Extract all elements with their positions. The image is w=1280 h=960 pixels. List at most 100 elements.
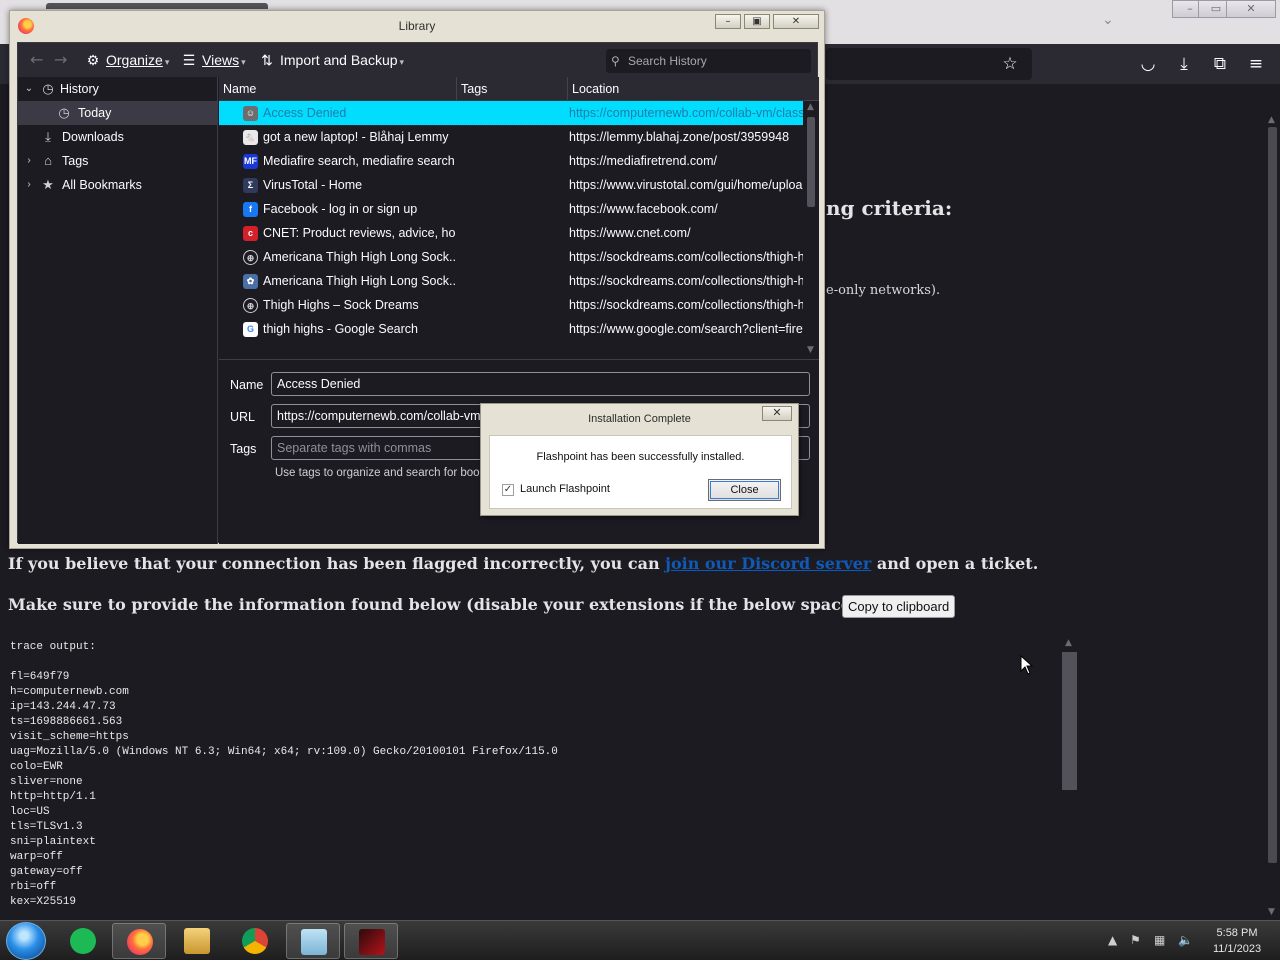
show-hidden-icons-icon[interactable]: ▲ — [1108, 933, 1117, 947]
sidebar-item-all-bookmarks[interactable]: › ★ All Bookmarks — [18, 173, 218, 197]
start-button[interactable] — [6, 922, 46, 960]
forward-arrow-icon[interactable]: → — [54, 43, 67, 77]
facebook-icon: f — [243, 202, 258, 217]
name-field[interactable]: Access Denied — [271, 372, 810, 396]
views-button[interactable]: ☰ Views ▾ — [180, 43, 246, 77]
import-backup-button[interactable]: ⇅ Import and Backup ▾ — [258, 43, 404, 77]
spotify-icon — [70, 928, 96, 954]
library-close-button[interactable]: ✕ — [773, 14, 819, 29]
volume-icon[interactable]: 🔈 — [1178, 933, 1193, 947]
downloads-icon[interactable]: ⤓ — [1174, 54, 1194, 74]
taskbar-file-explorer[interactable] — [170, 923, 224, 959]
table-row[interactable]: ☺ Access Denied https://computernewb.com/c… — [219, 100, 804, 126]
dialog-message: Flashpoint has been successfully install… — [536, 451, 745, 463]
system-clock[interactable]: 5:58 PM 11/1/2023 — [1200, 925, 1274, 957]
library-minimize-button[interactable]: – — [715, 14, 741, 29]
firefox-icon — [127, 929, 153, 955]
search-history-input[interactable]: ⚲ Search History — [606, 49, 811, 73]
flagged-text-before: If you believe that your connection has … — [8, 554, 660, 573]
row-location: https://www.facebook.com/ — [569, 202, 718, 216]
sidebar-item-tags[interactable]: › ⌂ Tags — [18, 149, 218, 173]
row-name: VirusTotal - Home — [263, 178, 363, 192]
back-arrow-icon[interactable]: ← — [30, 43, 43, 77]
taskbar-flashpoint[interactable] — [344, 923, 398, 959]
launch-flashpoint-checkbox[interactable]: ✓ — [502, 484, 514, 496]
organize-button[interactable]: ⚙ Organize ▾ — [84, 43, 170, 77]
clock-icon: ◷ — [42, 81, 54, 96]
mediafire-icon: MF — [243, 154, 258, 169]
close-button[interactable]: Close — [708, 479, 781, 501]
column-header-tags[interactable]: Tags — [457, 77, 568, 101]
table-row[interactable]: Σ VirusTotal - Home https://www.virustotal… — [219, 173, 803, 197]
taskbar-firefox[interactable] — [112, 923, 166, 959]
chevron-down-icon: ▾ — [241, 57, 246, 67]
trace-output: trace output: fl=649f79 h=computernewb.c… — [10, 641, 558, 908]
chevron-right-icon[interactable]: › — [23, 173, 35, 197]
table-row[interactable]: 🐁 got a new laptop! - Blåhaj Lemmy https:/… — [219, 125, 803, 149]
browser-tab[interactable] — [46, 3, 268, 9]
table-row[interactable]: MF Mediafire search, mediafire search... h… — [219, 149, 803, 173]
list-scrollbar[interactable]: ▲ ▼ — [803, 101, 819, 359]
table-row[interactable]: Gthigh highs - Google Search https://www.… — [219, 317, 803, 341]
row-location: https://computernewb.com/collab-vm/class… — [569, 106, 803, 120]
flagged-incorrectly-text: If you believe that your connection has … — [8, 554, 1038, 573]
discord-link[interactable]: join our Discord server — [665, 554, 871, 573]
taskbar-notepad[interactable] — [286, 923, 340, 959]
download-icon: ⤓ — [45, 129, 51, 144]
sidebar-item-today[interactable]: ◷ Today — [18, 101, 218, 125]
column-header-location[interactable]: Location — [568, 77, 803, 101]
row-name: Mediafire search, mediafire search... — [263, 154, 455, 168]
library-maximize-button[interactable]: ▣ — [744, 14, 770, 29]
list-icon: ☰ — [182, 52, 196, 68]
clock-icon: ◷ — [58, 105, 70, 120]
list-scrollbar-thumb[interactable] — [807, 117, 815, 207]
chevron-down-icon[interactable]: ⌄ — [23, 77, 35, 101]
action-center-flag-icon[interactable]: ⚑ — [1130, 933, 1141, 947]
flashpoint-icon — [359, 929, 385, 955]
search-icon: ⚲ — [611, 54, 620, 68]
table-row[interactable]: c CNET: Product reviews, advice, ho... htt… — [219, 221, 803, 245]
row-location: https://www.cnet.com/ — [569, 226, 691, 240]
folder-icon — [184, 928, 210, 954]
history-list: Name Tags Location ☺ Access Denied https:/… — [219, 77, 819, 359]
browser-close-button[interactable]: ✕ — [1226, 0, 1276, 18]
user-icon: ☺ — [243, 106, 258, 121]
row-name: thigh highs - Google Search — [263, 322, 418, 336]
clock-date: 11/1/2023 — [1212, 943, 1262, 955]
pocket-icon[interactable]: ◡ — [1138, 54, 1158, 74]
mouse-cursor-icon — [1020, 655, 1034, 675]
dialog-close-icon[interactable]: ✕ — [762, 406, 792, 421]
library-toolbar: ← → ⚙ Organize ▾ ☰ Views ▾ ⇅ Import and Backu… — [18, 43, 817, 77]
taskbar-chrome[interactable] — [228, 923, 282, 959]
list-all-tabs-icon[interactable]: ⌄ — [1102, 12, 1114, 28]
page-scrollbar[interactable]: ▲ ▼ — [1265, 115, 1280, 920]
globe-icon: ⊕ — [243, 298, 258, 313]
trace-scrollbar-thumb[interactable] — [1062, 652, 1077, 790]
row-name: Access Denied — [263, 106, 347, 120]
sidebar-item-downloads[interactable]: ⤓ Downloads — [18, 125, 218, 149]
menu-icon[interactable]: ≡ — [1246, 54, 1266, 74]
table-row[interactable]: ✿ Americana Thigh High Long Sock... https:… — [219, 269, 803, 293]
launch-flashpoint-label[interactable]: Launch Flashpoint — [520, 483, 610, 495]
taskbar-spotify[interactable] — [56, 923, 110, 959]
page-scrollbar-thumb[interactable] — [1268, 127, 1277, 863]
row-location: https://sockdreams.com/collections/thigh… — [569, 250, 803, 264]
provide-info-text: Make sure to provide the information fou… — [8, 595, 946, 614]
trace-scrollbar[interactable]: ▲ — [1062, 638, 1077, 792]
network-icon[interactable]: ▦ — [1154, 933, 1165, 947]
chevron-down-icon: ▾ — [164, 57, 170, 67]
row-location: https://lemmy.blahaj.zone/post/3959948 — [569, 130, 790, 144]
sidebar-item-history[interactable]: ⌄ ◷ History — [18, 77, 218, 101]
bookmark-star-icon[interactable]: ☆ — [1000, 54, 1020, 74]
copy-to-clipboard-button[interactable]: Copy to clipboard — [842, 595, 956, 618]
cnet-icon: c — [243, 226, 258, 241]
chevron-right-icon[interactable]: › — [23, 149, 35, 173]
globe-icon: ⊕ — [243, 250, 258, 265]
table-row[interactable]: ⊕ Americana Thigh High Long Sock... https:… — [219, 245, 803, 269]
column-header-name[interactable]: Name — [219, 77, 457, 101]
table-row[interactable]: ⊕ Thigh Highs – Sock Dreams https://sockdr… — [219, 293, 803, 317]
installation-complete-dialog: Installation Complete ✕ Flashpoint has b… — [480, 403, 799, 516]
table-row[interactable]: f Facebook - log in or sign up https://www… — [219, 197, 803, 221]
url-label: URL — [230, 410, 256, 424]
extensions-icon[interactable]: ⧉ — [1210, 54, 1230, 74]
